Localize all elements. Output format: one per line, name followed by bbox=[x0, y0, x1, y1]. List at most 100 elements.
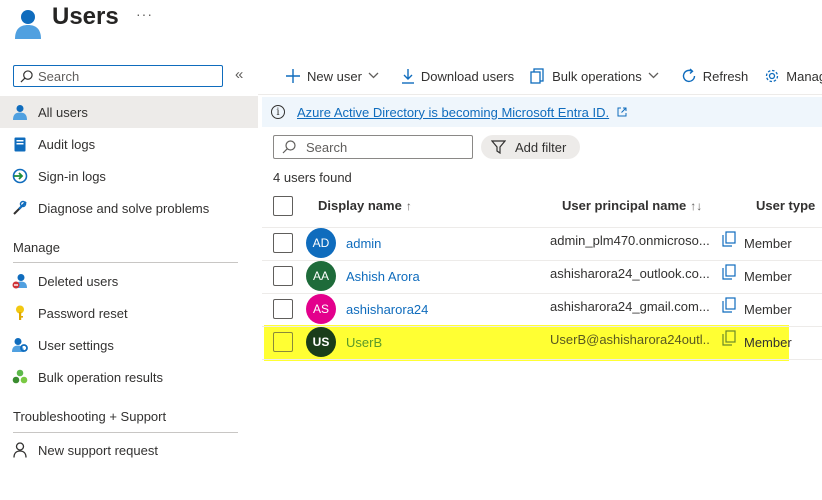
row-checkbox[interactable] bbox=[273, 233, 293, 253]
sidebar-item-sign-in-logs[interactable]: Sign-in logs bbox=[0, 160, 258, 192]
sign-in-icon bbox=[12, 168, 28, 184]
sidebar-item-label: Deleted users bbox=[38, 273, 119, 289]
add-filter-button[interactable]: Add filter bbox=[481, 135, 580, 159]
users-icon bbox=[15, 10, 41, 39]
user-principal-name: admin_plm470.onmicroso... bbox=[550, 233, 710, 248]
sidebar-item-label: Sign-in logs bbox=[38, 168, 106, 184]
user-name-link[interactable]: ashisharora24 bbox=[346, 302, 428, 317]
download-users-label: Download users bbox=[420, 68, 515, 84]
bulk-results-icon bbox=[12, 369, 28, 385]
info-icon: i bbox=[271, 105, 285, 119]
sidebar-item-diagnose[interactable]: Diagnose and solve problems bbox=[0, 192, 258, 224]
section-title-troubleshooting: Troubleshooting + Support bbox=[13, 409, 167, 424]
bulk-operations-label: Bulk operations bbox=[552, 68, 642, 84]
row-checkbox[interactable] bbox=[273, 266, 293, 286]
sidebar-item-label: User settings bbox=[38, 337, 114, 353]
user-principal-name: ashisharora24_outlook.co... bbox=[550, 266, 710, 281]
column-header-upn[interactable]: User principal name ↑↓ bbox=[562, 198, 702, 213]
divider bbox=[262, 227, 822, 228]
user-principal-name: UserB@ashisharora24outl... bbox=[550, 332, 710, 347]
user-name-link[interactable]: Ashish Arora bbox=[346, 269, 420, 284]
sidebar-item-label: Audit logs bbox=[38, 136, 96, 152]
sidebar-item-audit-logs[interactable]: Audit logs bbox=[0, 128, 258, 160]
row-highlight bbox=[264, 325, 789, 361]
sidebar-item-label: New support request bbox=[38, 442, 158, 458]
manage-label: Manag bbox=[786, 68, 822, 84]
refresh-button[interactable]: Refresh bbox=[681, 68, 749, 84]
sidebar-item-user-settings[interactable]: User settings bbox=[0, 329, 258, 361]
user-icon bbox=[12, 104, 28, 120]
user-search-box[interactable] bbox=[273, 135, 473, 159]
refresh-label: Refresh bbox=[702, 68, 749, 84]
bulk-operations-button[interactable]: Bulk operations bbox=[530, 68, 665, 84]
collapse-nav-button[interactable]: « bbox=[235, 66, 243, 83]
sidebar-item-label: All users bbox=[38, 104, 88, 120]
results-count: 4 users found bbox=[273, 170, 352, 185]
new-user-label: New user bbox=[307, 68, 362, 84]
more-options-button[interactable]: ··· bbox=[136, 6, 153, 22]
column-header-user-type[interactable]: User type bbox=[756, 198, 815, 213]
bulk-operations-icon bbox=[530, 68, 544, 84]
avatar: AS bbox=[306, 294, 336, 324]
user-principal-name: ashisharora24_gmail.com... bbox=[550, 299, 710, 314]
row-checkbox[interactable] bbox=[273, 299, 293, 319]
sidebar-item-password-reset[interactable]: Password reset bbox=[0, 297, 258, 329]
column-header-label: User principal name bbox=[562, 198, 687, 213]
refresh-icon bbox=[682, 68, 695, 83]
support-icon bbox=[12, 442, 28, 458]
divider bbox=[262, 359, 822, 360]
search-icon bbox=[282, 140, 296, 154]
user-search-input[interactable] bbox=[306, 139, 466, 155]
sidebar-item-all-users[interactable]: All users bbox=[0, 96, 258, 128]
deleted-user-icon bbox=[12, 273, 28, 289]
copy-icon[interactable] bbox=[722, 264, 736, 280]
info-banner: i Azure Active Directory is becoming Mic… bbox=[262, 97, 822, 127]
column-header-label: Display name bbox=[318, 198, 402, 213]
download-users-button[interactable]: Download users bbox=[401, 68, 514, 84]
divider bbox=[13, 432, 238, 433]
user-type: Member bbox=[744, 335, 792, 350]
avatar: AD bbox=[306, 228, 336, 258]
new-user-button[interactable]: New user bbox=[285, 68, 385, 84]
nav-search-input[interactable] bbox=[38, 68, 218, 84]
copy-icon[interactable] bbox=[722, 231, 736, 247]
sort-icon: ↑↓ bbox=[690, 199, 703, 213]
sidebar-item-deleted-users[interactable]: Deleted users bbox=[0, 265, 258, 297]
avatar: AA bbox=[306, 261, 336, 291]
chevron-down-icon bbox=[368, 71, 385, 82]
add-filter-label: Add filter bbox=[515, 139, 567, 155]
chevron-down-icon bbox=[648, 71, 665, 82]
divider bbox=[262, 260, 822, 261]
section-title-manage: Manage bbox=[13, 240, 60, 255]
copy-icon[interactable] bbox=[722, 297, 736, 313]
entra-id-link[interactable]: Azure Active Directory is becoming Micro… bbox=[297, 105, 609, 120]
wrench-icon bbox=[12, 200, 28, 216]
filter-icon bbox=[491, 140, 506, 154]
gear-icon bbox=[766, 69, 779, 83]
sidebar-item-bulk-operation-results[interactable]: Bulk operation results bbox=[0, 361, 258, 393]
download-icon bbox=[401, 69, 414, 84]
divider bbox=[258, 94, 822, 95]
user-name-link[interactable]: UserB bbox=[346, 335, 382, 350]
key-icon bbox=[12, 305, 28, 321]
plus-icon bbox=[286, 69, 300, 83]
page-title: Users bbox=[52, 3, 119, 30]
row-checkbox[interactable] bbox=[273, 332, 293, 352]
command-bar: New user Download users Bulk operations … bbox=[280, 62, 822, 90]
nav-search-box[interactable] bbox=[13, 65, 223, 87]
user-type: Member bbox=[744, 269, 792, 284]
column-header-display-name[interactable]: Display name ↑ bbox=[318, 198, 412, 213]
column-header-label: User type bbox=[756, 198, 816, 213]
sort-ascending-icon: ↑ bbox=[405, 199, 412, 213]
page-header: Users ··· bbox=[0, 0, 822, 56]
user-name-link[interactable]: admin bbox=[346, 236, 381, 251]
copy-icon[interactable] bbox=[722, 330, 736, 346]
external-link-icon bbox=[617, 107, 627, 117]
manage-button[interactable]: Manag bbox=[764, 68, 822, 84]
sidebar-item-new-support-request[interactable]: New support request bbox=[0, 434, 258, 466]
select-all-checkbox[interactable] bbox=[273, 196, 293, 216]
avatar: US bbox=[306, 327, 336, 357]
divider bbox=[262, 326, 822, 327]
user-settings-icon bbox=[12, 337, 28, 353]
sidebar-item-label: Diagnose and solve problems bbox=[38, 200, 210, 216]
